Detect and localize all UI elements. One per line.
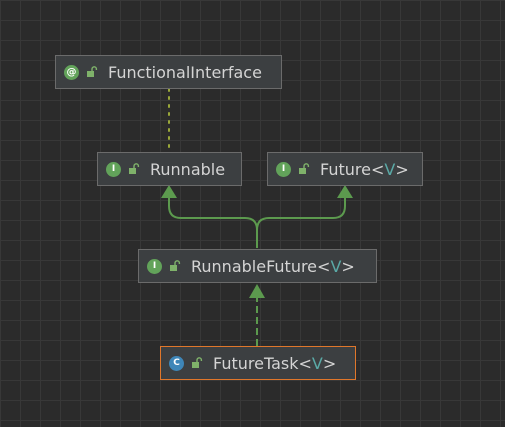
type-parameter: V bbox=[330, 256, 342, 276]
node-runnable[interactable]: I Runnable bbox=[97, 152, 242, 186]
type-parameter: V bbox=[384, 159, 396, 179]
type-bracket-close: > bbox=[322, 353, 337, 373]
arrowhead-runnable-future bbox=[249, 284, 265, 298]
node-label: RunnableFuture < V > bbox=[191, 257, 355, 276]
unlocked-padlock-icon bbox=[170, 260, 181, 271]
type-bracket-open: < bbox=[298, 353, 312, 373]
type-parameter: V bbox=[311, 353, 323, 373]
node-label: Future < V > bbox=[320, 160, 409, 179]
node-runnable-future[interactable]: I RunnableFuture < V > bbox=[138, 249, 377, 283]
arrowhead-future bbox=[337, 185, 353, 198]
interface-icon: I bbox=[276, 161, 291, 177]
type-bracket-open: < bbox=[370, 159, 385, 179]
class-icon: C bbox=[169, 355, 184, 371]
class-name: RunnableFuture bbox=[191, 256, 318, 276]
unlocked-padlock-icon bbox=[192, 357, 203, 368]
node-label: FunctionalInterface bbox=[108, 62, 262, 82]
node-label: Runnable bbox=[150, 159, 226, 179]
node-future-task[interactable]: C FutureTask < V > bbox=[160, 346, 356, 380]
unlocked-padlock-icon bbox=[87, 66, 98, 77]
arrowhead-runnable bbox=[161, 185, 177, 198]
node-future[interactable]: I Future < V > bbox=[267, 152, 423, 186]
node-label: FutureTask < V > bbox=[213, 354, 336, 373]
class-name: FutureTask bbox=[213, 353, 299, 373]
extends-edge-future bbox=[256, 196, 346, 231]
unlocked-padlock-icon bbox=[129, 163, 140, 174]
unlocked-padlock-icon bbox=[299, 163, 310, 174]
type-bracket-open: < bbox=[317, 256, 331, 276]
node-functional-interface[interactable]: @ FunctionalInterface bbox=[55, 55, 282, 89]
class-name: Future bbox=[320, 159, 371, 179]
type-bracket-close: > bbox=[341, 256, 355, 276]
type-bracket-close: > bbox=[395, 159, 409, 179]
interface-icon: I bbox=[106, 161, 121, 177]
interface-icon: I bbox=[147, 258, 162, 274]
extends-edge-runnable bbox=[168, 196, 258, 248]
annotation-type-icon: @ bbox=[64, 64, 79, 80]
